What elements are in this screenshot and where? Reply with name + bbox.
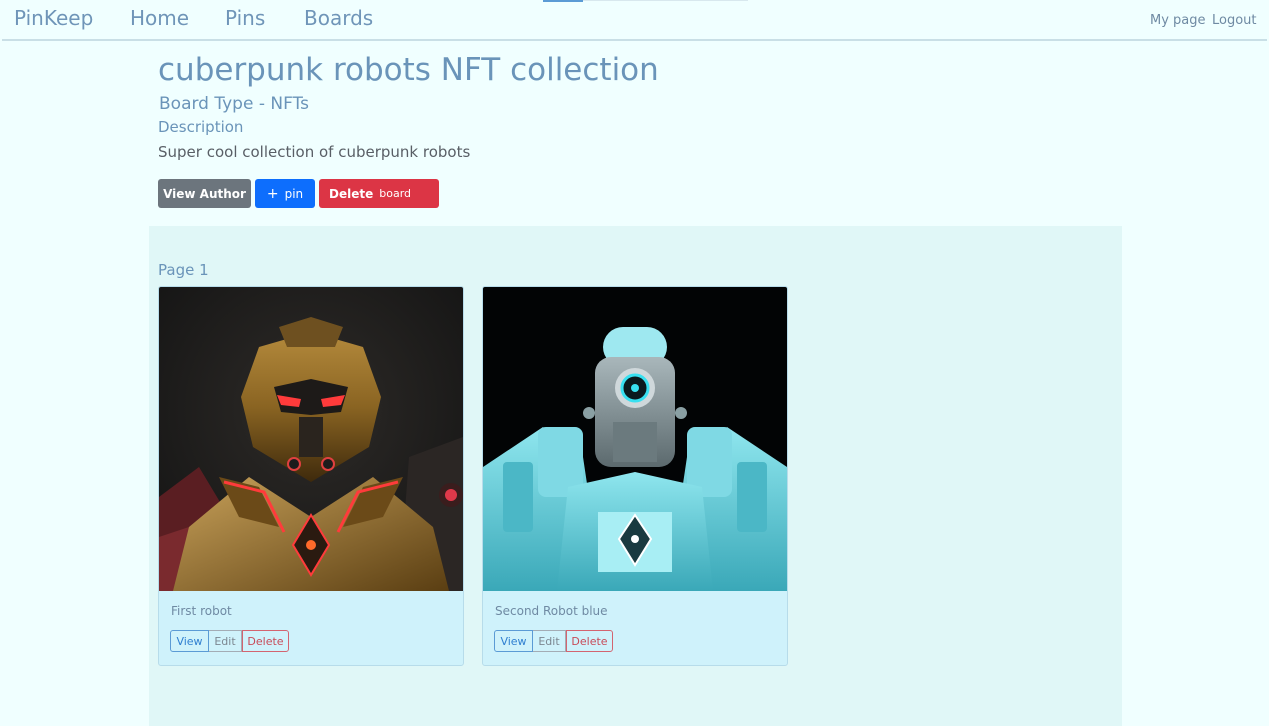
nav-link-logout[interactable]: Logout bbox=[1212, 13, 1257, 28]
pin-card: First robot View Edit Delete bbox=[158, 286, 464, 666]
nav-link-pins[interactable]: Pins bbox=[225, 6, 265, 30]
nav-link-my-page[interactable]: My page bbox=[1150, 13, 1206, 28]
board-type: Board Type - NFTs bbox=[159, 94, 309, 114]
edit-pin-button[interactable]: Edit bbox=[209, 630, 242, 652]
nav-active-indicator bbox=[543, 0, 583, 2]
delete-pin-button[interactable]: Delete bbox=[242, 630, 289, 652]
plus-icon: + bbox=[266, 185, 279, 202]
board-title: cuberpunk robots NFT collection bbox=[158, 52, 659, 88]
add-pin-button[interactable]: + pin bbox=[255, 179, 315, 208]
gold-robot-image[interactable] bbox=[159, 287, 463, 591]
pin-actions: View Edit Delete bbox=[494, 630, 613, 652]
add-pin-label: pin bbox=[284, 186, 304, 201]
edit-pin-button[interactable]: Edit bbox=[533, 630, 566, 652]
pin-card: Second Robot blue View Edit Delete bbox=[482, 286, 788, 666]
brand-link[interactable]: PinKeep bbox=[14, 6, 93, 30]
delete-board-label-strong: Delete bbox=[329, 186, 374, 201]
cyan-robot-image[interactable] bbox=[483, 287, 787, 591]
pin-actions: View Edit Delete bbox=[170, 630, 289, 652]
view-author-button[interactable]: View Author bbox=[158, 179, 251, 208]
nav-link-boards[interactable]: Boards bbox=[304, 6, 373, 30]
page-label: Page 1 bbox=[158, 261, 209, 279]
pin-title: First robot bbox=[171, 604, 232, 618]
view-pin-button[interactable]: View bbox=[170, 630, 209, 652]
delete-board-button[interactable]: Delete board bbox=[319, 179, 439, 208]
delete-pin-button[interactable]: Delete bbox=[566, 630, 613, 652]
description-label: Description bbox=[158, 118, 244, 136]
pin-title: Second Robot blue bbox=[495, 604, 608, 618]
view-pin-button[interactable]: View bbox=[494, 630, 533, 652]
nav-indicator-track bbox=[583, 0, 748, 1]
top-navbar: PinKeep Home Pins Boards My page Logout bbox=[2, 0, 1267, 41]
description-text: Super cool collection of cuberpunk robot… bbox=[158, 143, 471, 161]
delete-board-label-small: board bbox=[379, 187, 411, 200]
nav-link-home[interactable]: Home bbox=[130, 6, 189, 30]
